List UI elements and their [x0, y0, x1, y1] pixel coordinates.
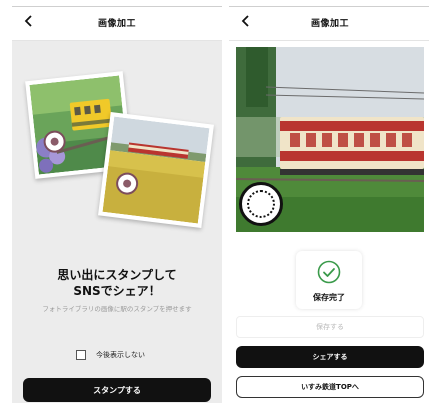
page-title: 画像加工: [310, 19, 349, 29]
share-button[interactable]: シェアする: [236, 346, 424, 368]
isumi-railway-top-button[interactable]: いすみ鉄道TOPへ: [236, 376, 424, 398]
stamp-intro-screen: 画像加工 思い出にスタンプして SNSでシェア！ フォトライブラリの画像に駅のス…: [12, 0, 222, 403]
header-bar: 画像加工: [229, 0, 429, 41]
check-circle-icon: [317, 260, 341, 284]
headline-line-2: SNSでシェア！: [73, 284, 161, 298]
divider: [229, 6, 429, 7]
saved-label: 保存完了: [313, 293, 345, 302]
divider: [12, 6, 222, 7]
dont-show-again-checkbox[interactable]: [76, 350, 86, 360]
saved-toast: 保存完了: [296, 251, 362, 309]
header-bar: 画像加工: [12, 0, 222, 41]
stamp-inner: [247, 190, 275, 218]
dont-show-again-label: 今後表示しない: [96, 351, 145, 359]
stamp-icon: [239, 182, 283, 226]
image-saved-screen: 画像加工 保存完了 保存する シェアする いすみ鉄道TOPへ: [229, 0, 429, 403]
stamp-button[interactable]: スタンプする: [23, 378, 211, 402]
page-title: 画像加工: [97, 19, 136, 29]
description: フォトライブラリの画像に駅のスタンプを押せます: [42, 305, 192, 313]
headline-line-1: 思い出にスタンプして: [57, 268, 177, 282]
headline: 思い出にスタンプして SNSでシェア！: [12, 267, 222, 299]
sample-photo-red-train: [98, 112, 214, 228]
dont-show-again-row[interactable]: 今後表示しない: [76, 350, 145, 360]
save-button[interactable]: 保存する: [236, 316, 424, 338]
